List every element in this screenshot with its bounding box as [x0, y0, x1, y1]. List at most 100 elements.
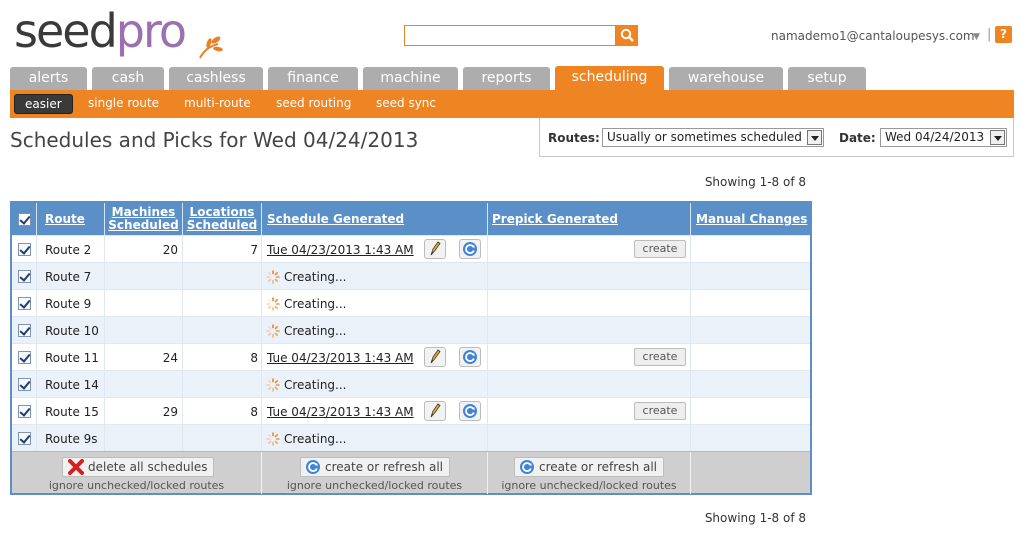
leaf-icon	[199, 36, 223, 59]
edit-schedule-button[interactable]	[424, 239, 446, 259]
schedule-footnote: ignore unchecked/locked routes	[286, 479, 463, 492]
locations-scheduled-value	[183, 317, 262, 344]
filter-panel: Routes: Usually or sometimes scheduled D…	[539, 118, 1014, 157]
table-footer: delete all schedules ignore unchecked/lo…	[12, 451, 810, 494]
route-name: Route 15	[37, 398, 105, 425]
schedule-generated-cell: Creating...	[262, 317, 488, 344]
search-input[interactable]	[404, 25, 616, 46]
table-row: Route 11 24 8 Tue 04/23/2013 1:43 AM create	[12, 343, 810, 371]
tab-setup[interactable]: setup	[788, 67, 866, 90]
route-name: Route 9s	[37, 425, 105, 452]
col-schedule-generated[interactable]: Schedule Generated	[262, 203, 488, 235]
manual-changes-cell	[691, 344, 810, 371]
schedule-generated-cell: Tue 04/23/2013 1:43 AM	[262, 344, 488, 371]
page-title: Schedules and Picks for Wed 04/24/2013	[10, 128, 419, 152]
select-all-checkbox[interactable]	[17, 212, 31, 226]
refresh-all-prepicks-button[interactable]: create or refresh all	[514, 457, 665, 477]
route-name: Route 2	[37, 236, 105, 263]
refresh-schedule-button[interactable]	[459, 239, 481, 259]
tab-cash[interactable]: cash	[92, 67, 164, 90]
pagination-summary-top: Showing 1-8 of 8	[704, 175, 806, 189]
manual-changes-cell	[691, 425, 810, 452]
row-select-cell	[12, 398, 37, 425]
refresh-icon	[520, 460, 534, 474]
refresh-schedule-button[interactable]	[459, 401, 481, 421]
route-name: Route 11	[37, 344, 105, 371]
prepick-generated-cell	[488, 263, 691, 290]
row-checkbox[interactable]	[17, 405, 31, 418]
col-machines-scheduled[interactable]: Machines Scheduled	[105, 203, 183, 235]
schedule-generated-cell: Tue 04/23/2013 1:43 AM	[262, 236, 488, 263]
col-route[interactable]: Route	[37, 203, 105, 235]
edit-schedule-button[interactable]	[424, 401, 446, 421]
search-button[interactable]	[616, 25, 638, 46]
tab-warehouse[interactable]: warehouse	[669, 67, 783, 90]
row-checkbox[interactable]	[17, 324, 31, 337]
footer-manual-cell	[691, 452, 810, 494]
row-checkbox[interactable]	[17, 378, 31, 391]
route-name: Route 14	[37, 371, 105, 398]
refresh-icon	[463, 404, 477, 418]
prepick-generated-cell: create	[488, 398, 691, 425]
tab-finance[interactable]: finance	[268, 67, 358, 90]
row-checkbox[interactable]	[17, 270, 31, 283]
refresh-schedule-button[interactable]	[459, 347, 481, 367]
row-checkbox[interactable]	[17, 297, 31, 310]
loading-spinner-icon	[266, 323, 280, 338]
tab-reports[interactable]: reports	[463, 67, 550, 90]
creating-status: Creating...	[284, 323, 347, 338]
edit-pencil-icon	[430, 241, 441, 256]
row-select-cell	[12, 317, 37, 344]
create-prepick-button[interactable]: create	[634, 240, 686, 258]
user-email[interactable]: namademo1@cantaloupesys.com	[771, 29, 975, 43]
subnav-multi-route[interactable]: multi-route	[184, 96, 251, 110]
table-header: Route Machines Scheduled Locations Sched…	[12, 203, 810, 235]
seedpro-logo[interactable]: seedpro	[14, 4, 224, 64]
row-checkbox[interactable]	[17, 432, 31, 445]
prepick-generated-cell	[488, 317, 691, 344]
chevron-down-icon	[990, 130, 1005, 145]
footer-delete-cell: delete all schedules ignore unchecked/lo…	[12, 452, 262, 494]
edit-schedule-button[interactable]	[424, 347, 446, 367]
user-menu-caret-icon[interactable]: ▼	[973, 32, 980, 42]
schedule-generated-cell: Creating...	[262, 290, 488, 317]
col-manual-changes[interactable]: Manual Changes	[691, 203, 810, 235]
machines-scheduled-value	[105, 371, 183, 398]
help-button[interactable]: ?	[995, 26, 1012, 43]
row-select-cell	[12, 290, 37, 317]
routes-filter-select[interactable]: Usually or sometimes scheduled	[602, 128, 824, 147]
row-checkbox[interactable]	[17, 351, 31, 364]
loading-spinner-icon	[266, 296, 280, 311]
tab-machine[interactable]: machine	[363, 67, 458, 90]
locations-scheduled-value: 8	[183, 344, 262, 371]
prepick-generated-cell: create	[488, 344, 691, 371]
schedule-generated-cell: Creating...	[262, 263, 488, 290]
delete-all-schedules-button[interactable]: delete all schedules	[62, 457, 215, 477]
prepick-generated-cell: create	[488, 236, 691, 263]
subnav-seed-routing[interactable]: seed routing	[276, 96, 351, 110]
schedule-generated-link[interactable]: Tue 04/23/2013 1:43 AM	[267, 351, 414, 365]
table-row: Route 14 Creating...	[12, 370, 810, 398]
schedule-generated-link[interactable]: Tue 04/23/2013 1:43 AM	[267, 405, 414, 419]
row-checkbox[interactable]	[17, 243, 31, 256]
refresh-schedules-label: create or refresh all	[325, 460, 444, 474]
tab-cashless[interactable]: cashless	[169, 67, 263, 90]
col-locations-scheduled[interactable]: Locations Scheduled	[183, 203, 262, 235]
col-prepick-generated[interactable]: Prepick Generated	[488, 203, 691, 235]
manual-changes-cell	[691, 371, 810, 398]
refresh-all-schedules-button[interactable]: create or refresh all	[300, 457, 451, 477]
subnav-easier[interactable]: easier	[14, 94, 73, 114]
create-prepick-button[interactable]: create	[634, 348, 686, 366]
tab-alerts[interactable]: alerts	[10, 67, 87, 90]
refresh-icon	[463, 242, 477, 256]
create-prepick-button[interactable]: create	[634, 402, 686, 420]
tab-scheduling[interactable]: scheduling	[555, 66, 664, 90]
logo-text-seed: seed	[14, 4, 118, 58]
table-row: Route 10 Creating...	[12, 316, 810, 344]
date-filter-select[interactable]: Wed 04/24/2013	[880, 128, 1007, 147]
route-name: Route 10	[37, 317, 105, 344]
delete-x-icon	[68, 459, 84, 475]
subnav-seed-sync[interactable]: seed sync	[376, 96, 436, 110]
subnav-single-route[interactable]: single route	[88, 96, 159, 110]
schedule-generated-link[interactable]: Tue 04/23/2013 1:43 AM	[267, 243, 414, 257]
